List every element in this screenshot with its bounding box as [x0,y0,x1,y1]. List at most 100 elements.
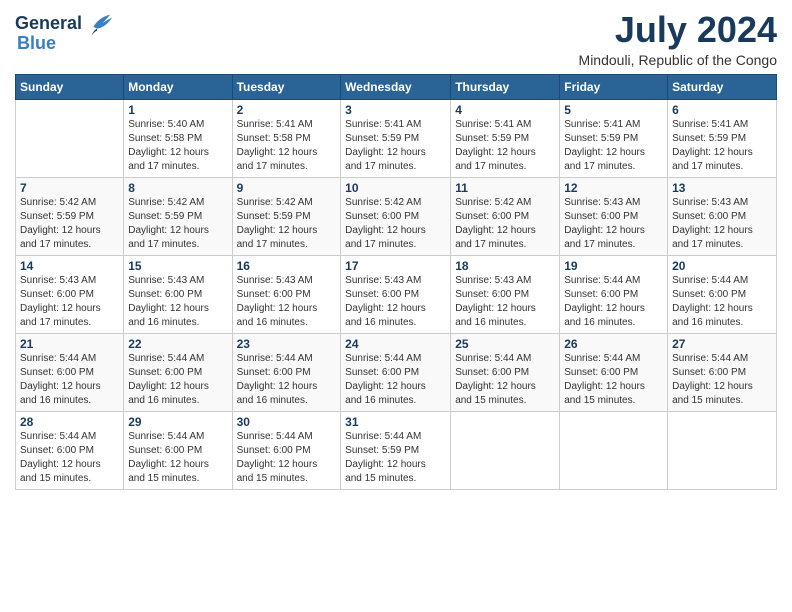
day-info: Sunrise: 5:44 AM Sunset: 6:00 PM Dayligh… [237,430,337,486]
day-info: Sunrise: 5:44 AM Sunset: 6:00 PM Dayligh… [455,352,555,408]
day-info: Sunrise: 5:40 AM Sunset: 5:58 PM Dayligh… [128,118,227,174]
calendar-cell: 4Sunrise: 5:41 AM Sunset: 5:59 PM Daylig… [451,99,560,177]
calendar-cell: 3Sunrise: 5:41 AM Sunset: 5:59 PM Daylig… [341,99,451,177]
day-number: 16 [237,259,337,273]
calendar-cell: 16Sunrise: 5:43 AM Sunset: 6:00 PM Dayli… [232,255,341,333]
calendar-cell: 2Sunrise: 5:41 AM Sunset: 5:58 PM Daylig… [232,99,341,177]
day-info: Sunrise: 5:43 AM Sunset: 6:00 PM Dayligh… [564,196,663,252]
calendar-week-row: 28Sunrise: 5:44 AM Sunset: 6:00 PM Dayli… [16,411,777,489]
day-info: Sunrise: 5:44 AM Sunset: 6:00 PM Dayligh… [564,274,663,330]
day-info: Sunrise: 5:43 AM Sunset: 6:00 PM Dayligh… [20,274,119,330]
day-number: 7 [20,181,119,195]
day-number: 13 [672,181,772,195]
calendar-cell: 13Sunrise: 5:43 AM Sunset: 6:00 PM Dayli… [668,177,777,255]
day-info: Sunrise: 5:44 AM Sunset: 6:00 PM Dayligh… [237,352,337,408]
calendar-cell: 5Sunrise: 5:41 AM Sunset: 5:59 PM Daylig… [560,99,668,177]
calendar-cell: 21Sunrise: 5:44 AM Sunset: 6:00 PM Dayli… [16,333,124,411]
day-info: Sunrise: 5:44 AM Sunset: 6:00 PM Dayligh… [672,352,772,408]
day-info: Sunrise: 5:41 AM Sunset: 5:59 PM Dayligh… [455,118,555,174]
day-info: Sunrise: 5:41 AM Sunset: 5:59 PM Dayligh… [672,118,772,174]
calendar-cell [668,411,777,489]
logo-bird-icon [84,10,112,38]
calendar-cell: 27Sunrise: 5:44 AM Sunset: 6:00 PM Dayli… [668,333,777,411]
day-info: Sunrise: 5:42 AM Sunset: 5:59 PM Dayligh… [237,196,337,252]
day-info: Sunrise: 5:42 AM Sunset: 5:59 PM Dayligh… [128,196,227,252]
calendar-cell: 14Sunrise: 5:43 AM Sunset: 6:00 PM Dayli… [16,255,124,333]
day-info: Sunrise: 5:43 AM Sunset: 6:00 PM Dayligh… [237,274,337,330]
day-info: Sunrise: 5:41 AM Sunset: 5:58 PM Dayligh… [237,118,337,174]
weekday-header-monday: Monday [124,74,232,99]
day-number: 5 [564,103,663,117]
calendar-table: SundayMondayTuesdayWednesdayThursdayFrid… [15,74,777,490]
day-number: 22 [128,337,227,351]
calendar-cell: 31Sunrise: 5:44 AM Sunset: 5:59 PM Dayli… [341,411,451,489]
calendar-cell: 25Sunrise: 5:44 AM Sunset: 6:00 PM Dayli… [451,333,560,411]
day-info: Sunrise: 5:44 AM Sunset: 6:00 PM Dayligh… [564,352,663,408]
day-info: Sunrise: 5:44 AM Sunset: 6:00 PM Dayligh… [20,430,119,486]
day-info: Sunrise: 5:42 AM Sunset: 5:59 PM Dayligh… [20,196,119,252]
day-number: 27 [672,337,772,351]
weekday-header-thursday: Thursday [451,74,560,99]
calendar-cell: 23Sunrise: 5:44 AM Sunset: 6:00 PM Dayli… [232,333,341,411]
day-info: Sunrise: 5:44 AM Sunset: 5:59 PM Dayligh… [345,430,446,486]
weekday-header-tuesday: Tuesday [232,74,341,99]
calendar-header-row: SundayMondayTuesdayWednesdayThursdayFrid… [16,74,777,99]
day-info: Sunrise: 5:41 AM Sunset: 5:59 PM Dayligh… [345,118,446,174]
day-number: 28 [20,415,119,429]
day-number: 31 [345,415,446,429]
month-title: July 2024 [579,10,777,50]
day-number: 8 [128,181,227,195]
day-number: 2 [237,103,337,117]
calendar-cell: 15Sunrise: 5:43 AM Sunset: 6:00 PM Dayli… [124,255,232,333]
calendar-cell: 30Sunrise: 5:44 AM Sunset: 6:00 PM Dayli… [232,411,341,489]
day-number: 1 [128,103,227,117]
day-number: 20 [672,259,772,273]
day-info: Sunrise: 5:42 AM Sunset: 6:00 PM Dayligh… [345,196,446,252]
calendar-cell: 11Sunrise: 5:42 AM Sunset: 6:00 PM Dayli… [451,177,560,255]
calendar-week-row: 1Sunrise: 5:40 AM Sunset: 5:58 PM Daylig… [16,99,777,177]
calendar-cell: 29Sunrise: 5:44 AM Sunset: 6:00 PM Dayli… [124,411,232,489]
day-info: Sunrise: 5:43 AM Sunset: 6:00 PM Dayligh… [672,196,772,252]
day-number: 18 [455,259,555,273]
day-number: 3 [345,103,446,117]
day-number: 11 [455,181,555,195]
calendar-cell: 19Sunrise: 5:44 AM Sunset: 6:00 PM Dayli… [560,255,668,333]
calendar-cell: 10Sunrise: 5:42 AM Sunset: 6:00 PM Dayli… [341,177,451,255]
calendar-cell: 7Sunrise: 5:42 AM Sunset: 5:59 PM Daylig… [16,177,124,255]
day-info: Sunrise: 5:44 AM Sunset: 6:00 PM Dayligh… [345,352,446,408]
calendar-cell: 8Sunrise: 5:42 AM Sunset: 5:59 PM Daylig… [124,177,232,255]
calendar-cell: 22Sunrise: 5:44 AM Sunset: 6:00 PM Dayli… [124,333,232,411]
calendar-cell: 26Sunrise: 5:44 AM Sunset: 6:00 PM Dayli… [560,333,668,411]
calendar-cell: 6Sunrise: 5:41 AM Sunset: 5:59 PM Daylig… [668,99,777,177]
day-number: 4 [455,103,555,117]
header: General Blue July 2024 Mindouli, Republi… [15,10,777,68]
page: General Blue July 2024 Mindouli, Republi… [0,0,792,612]
day-number: 6 [672,103,772,117]
calendar-cell: 1Sunrise: 5:40 AM Sunset: 5:58 PM Daylig… [124,99,232,177]
day-number: 14 [20,259,119,273]
day-info: Sunrise: 5:42 AM Sunset: 6:00 PM Dayligh… [455,196,555,252]
day-info: Sunrise: 5:44 AM Sunset: 6:00 PM Dayligh… [20,352,119,408]
day-number: 29 [128,415,227,429]
location-title: Mindouli, Republic of the Congo [579,52,777,68]
calendar-cell: 9Sunrise: 5:42 AM Sunset: 5:59 PM Daylig… [232,177,341,255]
weekday-header-saturday: Saturday [668,74,777,99]
day-info: Sunrise: 5:43 AM Sunset: 6:00 PM Dayligh… [455,274,555,330]
day-number: 21 [20,337,119,351]
logo: General Blue [15,10,112,54]
calendar-cell: 18Sunrise: 5:43 AM Sunset: 6:00 PM Dayli… [451,255,560,333]
day-number: 24 [345,337,446,351]
day-number: 9 [237,181,337,195]
calendar-cell: 12Sunrise: 5:43 AM Sunset: 6:00 PM Dayli… [560,177,668,255]
calendar-week-row: 14Sunrise: 5:43 AM Sunset: 6:00 PM Dayli… [16,255,777,333]
calendar-cell [16,99,124,177]
day-number: 25 [455,337,555,351]
day-info: Sunrise: 5:43 AM Sunset: 6:00 PM Dayligh… [128,274,227,330]
calendar-week-row: 21Sunrise: 5:44 AM Sunset: 6:00 PM Dayli… [16,333,777,411]
day-number: 23 [237,337,337,351]
day-info: Sunrise: 5:44 AM Sunset: 6:00 PM Dayligh… [128,352,227,408]
weekday-header-friday: Friday [560,74,668,99]
weekday-header-sunday: Sunday [16,74,124,99]
logo-text-blue: Blue [17,34,56,54]
day-number: 15 [128,259,227,273]
